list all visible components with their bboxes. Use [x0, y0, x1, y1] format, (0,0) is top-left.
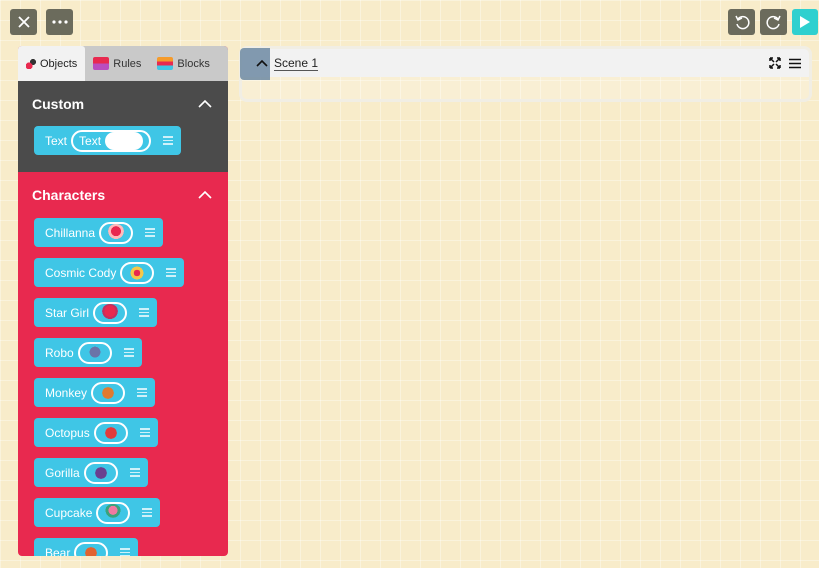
- menu-icon[interactable]: [155, 136, 181, 145]
- monkey-icon: [99, 383, 118, 402]
- close-icon: [17, 16, 30, 28]
- menu-icon[interactable]: [112, 548, 138, 556]
- menu-icon[interactable]: [122, 468, 148, 477]
- chevron-up-icon[interactable]: [196, 186, 214, 204]
- characters-section: Characters Chillanna Cosmic Cody Star Gi…: [18, 172, 228, 556]
- cupcake-icon: [104, 503, 123, 522]
- custom-section: Custom Text Text: [18, 81, 228, 172]
- character-pill-cupcake[interactable]: Cupcake: [34, 498, 161, 527]
- scene-header[interactable]: Scene 1: [240, 48, 809, 80]
- menu-icon[interactable]: [132, 428, 158, 437]
- character-pill-star-girl[interactable]: Star Girl: [34, 298, 158, 327]
- tab-label: Blocks: [177, 57, 210, 70]
- blocks-icon: [157, 57, 174, 70]
- play-icon: [800, 16, 810, 28]
- character-label: Bear: [45, 545, 71, 557]
- object-label: Text: [45, 133, 68, 148]
- robo-icon: [85, 343, 104, 362]
- bear-icon: [82, 543, 101, 556]
- cosmic-cody-icon: [128, 263, 147, 282]
- character-thumb: [120, 261, 155, 284]
- tab-label: Objects: [40, 57, 78, 70]
- character-thumb: [74, 541, 109, 556]
- close-button[interactable]: [10, 9, 37, 35]
- more-button[interactable]: [46, 9, 73, 35]
- character-thumb: [83, 461, 118, 484]
- character-label: Chillanna: [45, 225, 96, 240]
- hamburger-menu-icon[interactable]: [789, 58, 801, 69]
- character-label: Gorilla: [45, 465, 80, 480]
- redo-icon: [765, 15, 781, 30]
- character-thumb: [93, 421, 128, 444]
- character-pill-octopus[interactable]: Octopus: [34, 418, 158, 447]
- more-icon: [51, 20, 68, 24]
- octopus-icon: [101, 423, 120, 442]
- character-pill-cosmic-cody[interactable]: Cosmic Cody: [34, 258, 185, 287]
- character-label: Star Girl: [45, 305, 90, 320]
- star-girl-icon: [101, 303, 120, 322]
- text-swatch: [105, 131, 144, 150]
- character-thumb: [99, 221, 134, 244]
- tab-label: Rules: [113, 57, 142, 70]
- scene-tools: [769, 49, 801, 77]
- character-pill-gorilla[interactable]: Gorilla: [34, 458, 148, 487]
- tab-objects[interactable]: Objects: [18, 46, 86, 81]
- rules-icon: [93, 57, 110, 70]
- chevron-up-icon[interactable]: [196, 95, 214, 113]
- character-pill-monkey[interactable]: Monkey: [34, 378, 156, 407]
- panel-tabs: Objects Rules Blocks: [18, 46, 228, 81]
- tab-rules[interactable]: Rules: [85, 46, 149, 81]
- objects-panel: Objects Rules Blocks Custom Text Text Ch…: [18, 46, 228, 556]
- menu-icon[interactable]: [134, 508, 160, 517]
- character-pill-robo[interactable]: Robo: [34, 338, 142, 367]
- section-title: Characters: [32, 186, 106, 203]
- chillanna-icon: [107, 223, 126, 242]
- play-button[interactable]: [792, 9, 818, 35]
- menu-icon[interactable]: [129, 388, 155, 397]
- character-thumb: [91, 381, 126, 404]
- expand-icon[interactable]: [769, 57, 781, 69]
- text-value-field[interactable]: Text: [71, 129, 152, 152]
- text-object-pill[interactable]: Text Text: [34, 126, 182, 155]
- scene-container[interactable]: Scene 1: [239, 46, 812, 102]
- character-label: Monkey: [45, 385, 88, 400]
- gorilla-icon: [91, 463, 110, 482]
- menu-icon[interactable]: [158, 268, 184, 277]
- character-label: Cosmic Cody: [45, 265, 117, 280]
- redo-button[interactable]: [760, 9, 787, 35]
- custom-section-header[interactable]: Custom: [18, 81, 228, 126]
- character-label: Octopus: [45, 425, 90, 440]
- character-label: Cupcake: [45, 505, 93, 520]
- character-label: Robo: [45, 345, 74, 360]
- character-pill-chillanna[interactable]: Chillanna: [34, 218, 164, 247]
- section-title: Custom: [32, 95, 85, 112]
- chevron-up-icon[interactable]: [256, 59, 268, 67]
- menu-icon[interactable]: [137, 228, 163, 237]
- character-thumb: [93, 301, 128, 324]
- menu-icon[interactable]: [116, 348, 142, 357]
- character-pill-bear[interactable]: Bear: [34, 538, 139, 557]
- objects-icon: [26, 58, 36, 69]
- undo-icon: [734, 15, 750, 30]
- character-thumb: [96, 501, 131, 524]
- character-thumb: [77, 341, 112, 364]
- scene-title[interactable]: Scene 1: [274, 56, 319, 71]
- scene-title-group: Scene 1: [256, 56, 319, 71]
- undo-button[interactable]: [728, 9, 755, 35]
- characters-section-header[interactable]: Characters: [18, 172, 228, 217]
- text-value: Text: [79, 133, 102, 148]
- tab-blocks[interactable]: Blocks: [149, 46, 217, 81]
- menu-icon[interactable]: [131, 308, 157, 317]
